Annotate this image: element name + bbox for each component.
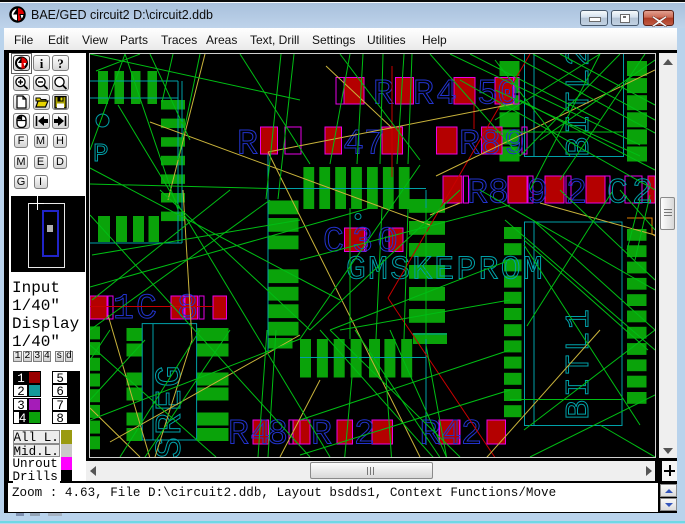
svg-text:BITL1: BITL1 [561, 306, 598, 420]
svg-text:P: P [93, 139, 109, 169]
svg-text:2: 2 [461, 415, 482, 455]
svg-text:4: 4 [343, 125, 364, 165]
svg-text:C: C [607, 174, 628, 214]
svg-text:i: i [39, 56, 43, 70]
svg-text:GMSKEPROM: GMSKEPROM [346, 252, 545, 289]
svg-text:R: R [467, 174, 488, 214]
svg-text:R: R [413, 75, 434, 115]
svg-text:?: ? [57, 56, 64, 70]
svg-text:R: R [237, 125, 258, 165]
svg-text:2: 2 [566, 174, 587, 214]
svg-text:1: 1 [113, 289, 134, 329]
svg-text:2: 2 [354, 415, 375, 455]
svg-text:R: R [228, 415, 249, 455]
svg-text:9: 9 [504, 125, 525, 165]
svg-text:C: C [323, 222, 344, 262]
svg-text:9: 9 [527, 174, 548, 214]
svg-text:7: 7 [364, 125, 385, 165]
svg-text:R: R [373, 75, 394, 115]
